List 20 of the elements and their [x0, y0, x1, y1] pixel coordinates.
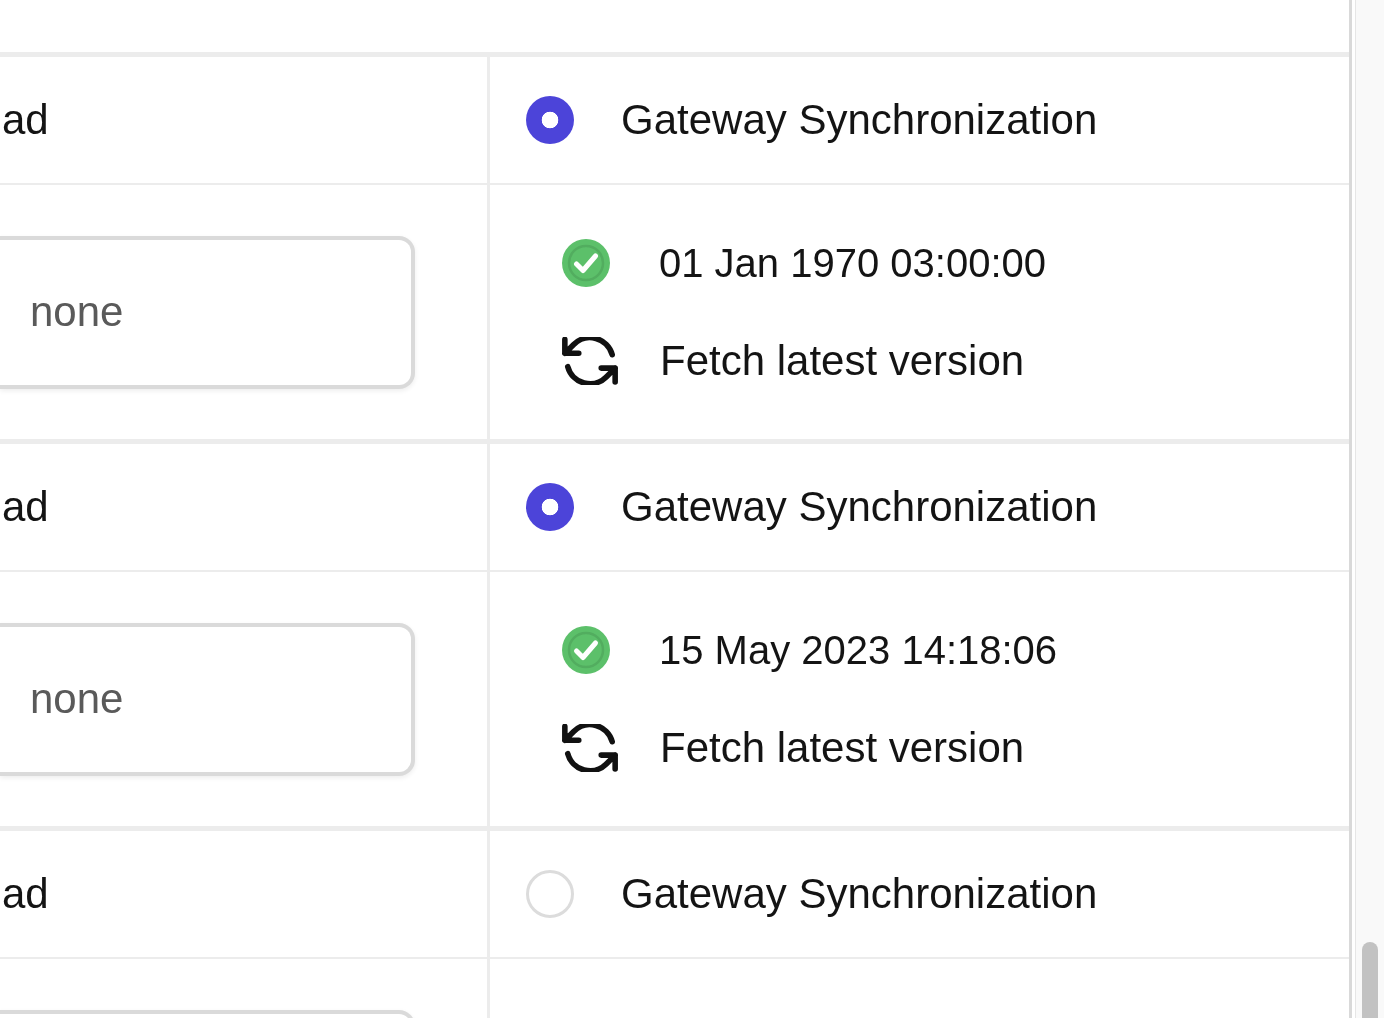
- check-circle-icon: [562, 626, 610, 674]
- radio-label: Gateway Synchronization: [621, 868, 1098, 919]
- sync-timestamp: 01 Jan 1970 03:00:00: [659, 240, 1046, 287]
- scrollbar-thumb[interactable]: [1362, 942, 1378, 1018]
- fetch-button[interactable]: Fetch latest version: [562, 335, 1025, 387]
- check-circle-icon: [562, 239, 610, 287]
- fetch-button[interactable]: Fetch latest version: [562, 722, 1025, 774]
- radio-button[interactable]: [526, 483, 574, 531]
- refresh-icon: [562, 337, 618, 385]
- sync-timestamp: 15 May 2023 14:18:06: [659, 627, 1058, 674]
- row-title: ad: [1, 868, 49, 919]
- row-title: ad: [1, 94, 49, 145]
- input-field[interactable]: none: [0, 622, 415, 776]
- input-field[interactable]: none: [0, 235, 415, 389]
- radio-label: Gateway Synchronization: [621, 94, 1098, 145]
- radio-label: Gateway Synchronization: [621, 481, 1098, 532]
- radio-button[interactable]: [526, 870, 574, 918]
- refresh-icon: [562, 724, 618, 772]
- radio-button[interactable]: [526, 96, 574, 144]
- row-title: ad: [1, 481, 49, 532]
